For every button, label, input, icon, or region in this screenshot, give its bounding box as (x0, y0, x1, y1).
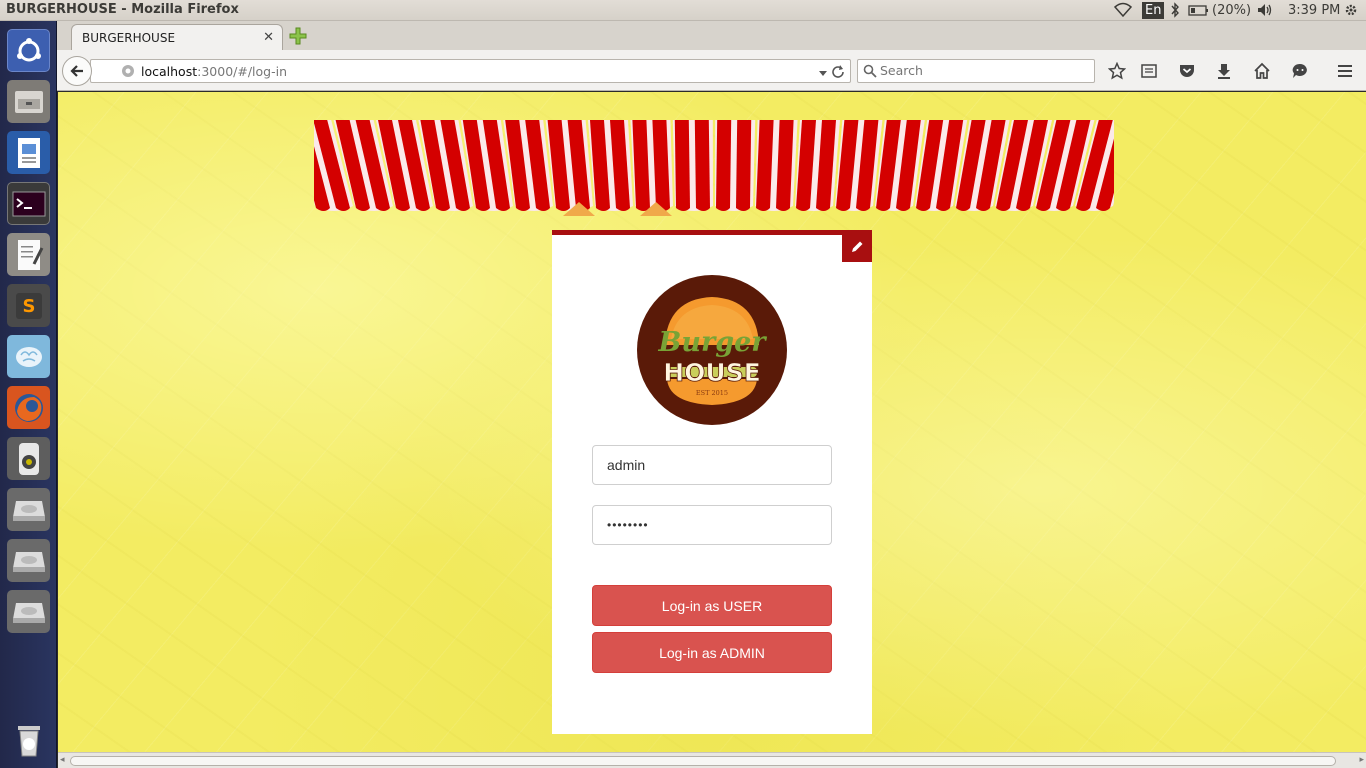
page-viewport: Burger HOUSE EST 2015 Log-in as USER Log… (58, 92, 1366, 752)
drive-icon[interactable] (7, 590, 50, 633)
url-text: localhost:3000/#/log-in (141, 64, 287, 79)
reload-icon[interactable] (831, 64, 845, 81)
url-bar[interactable]: localhost:3000/#/log-in (90, 59, 851, 83)
burger-house-logo: Burger HOUSE EST 2015 (637, 275, 787, 425)
scroll-right-icon[interactable]: ▸ (1359, 755, 1364, 765)
url-host: localhost (141, 64, 198, 79)
close-tab-icon[interactable]: ✕ (263, 30, 274, 45)
brain-app-icon[interactable] (7, 335, 50, 378)
scroll-left-icon[interactable]: ◂ (60, 755, 65, 765)
battery-percentage: (20%) (1212, 3, 1252, 18)
logo-word-burger: Burger (658, 327, 768, 358)
url-dropdown-icon[interactable] (818, 66, 828, 81)
awning-scallop (630, 120, 673, 211)
site-info-icon[interactable] (121, 64, 135, 81)
awning-scallop (755, 120, 798, 211)
battery-icon[interactable] (1188, 2, 1210, 19)
wifi-icon[interactable] (1113, 2, 1133, 19)
back-arrow-icon (70, 65, 83, 77)
keyboard-language[interactable]: En (1142, 2, 1165, 19)
tab-strip: BURGERHOUSE ✕ (57, 21, 1366, 51)
hello-chat-icon[interactable] (1290, 61, 1310, 81)
scrollbar-thumb[interactable] (70, 756, 1336, 766)
text-editor-icon[interactable] (7, 233, 50, 276)
horizontal-scrollbar[interactable]: ◂ ▸ (58, 752, 1366, 768)
home-icon[interactable] (1252, 61, 1272, 81)
writer-icon[interactable] (7, 131, 50, 174)
search-input[interactable] (880, 63, 1080, 78)
striped-awning (314, 120, 1114, 216)
back-button[interactable] (62, 56, 92, 86)
bluetooth-icon[interactable] (1170, 2, 1180, 19)
awning-scallop (715, 120, 756, 211)
new-tab-icon[interactable] (289, 27, 307, 45)
downloads-icon[interactable] (1214, 61, 1234, 81)
bookmark-star-icon[interactable] (1107, 61, 1127, 81)
file-manager-icon[interactable] (7, 80, 50, 123)
svg-text:S: S (22, 296, 35, 317)
trash-icon[interactable] (7, 718, 50, 761)
awning-scallop (835, 120, 883, 211)
pocket-icon[interactable] (1177, 61, 1197, 81)
speaker-app-icon[interactable] (7, 437, 50, 480)
tab-burgerhouse[interactable]: BURGERHOUSE ✕ (71, 24, 283, 51)
awning-scallop (588, 120, 633, 211)
drive-icon[interactable] (7, 488, 50, 531)
launcher-sidebar: S (0, 21, 57, 768)
window-title: BURGERHOUSE - Mozilla Firefox (6, 2, 239, 17)
drive-icon[interactable] (7, 539, 50, 582)
login-admin-button[interactable]: Log-in as ADMIN (592, 632, 832, 673)
awning-scallop (672, 120, 713, 211)
reading-list-icon[interactable] (1139, 61, 1159, 81)
firefox-icon[interactable] (7, 386, 50, 429)
logo-word-house: HOUSE (663, 358, 761, 387)
pencil-icon (852, 241, 863, 252)
password-field[interactable] (592, 505, 832, 545)
terminal-icon[interactable] (7, 182, 50, 225)
login-user-button[interactable]: Log-in as USER (592, 585, 832, 626)
url-path: :3000/#/log-in (197, 64, 288, 79)
logo-est: EST 2015 (696, 389, 728, 397)
login-card: Burger HOUSE EST 2015 Log-in as USER Log… (552, 230, 872, 734)
edit-button[interactable] (842, 232, 872, 262)
awning-scallop (795, 120, 840, 211)
sublime-text-icon[interactable]: S (7, 284, 50, 327)
system-settings-icon[interactable] (1343, 2, 1359, 19)
tab-title: BURGERHOUSE (82, 31, 176, 45)
navigation-toolbar: localhost:3000/#/log-in (57, 50, 1366, 91)
search-box[interactable] (857, 59, 1095, 83)
awning-scallop (545, 120, 593, 211)
system-top-bar: BURGERHOUSE - Mozilla Firefox En (20%) 3… (0, 0, 1366, 21)
search-icon (863, 64, 877, 81)
clock[interactable]: 3:39 PM (1288, 2, 1340, 19)
ubuntu-dash-icon[interactable] (7, 29, 50, 72)
volume-icon[interactable] (1256, 2, 1274, 19)
menu-hamburger-icon[interactable] (1335, 61, 1355, 81)
username-field[interactable] (592, 445, 832, 485)
